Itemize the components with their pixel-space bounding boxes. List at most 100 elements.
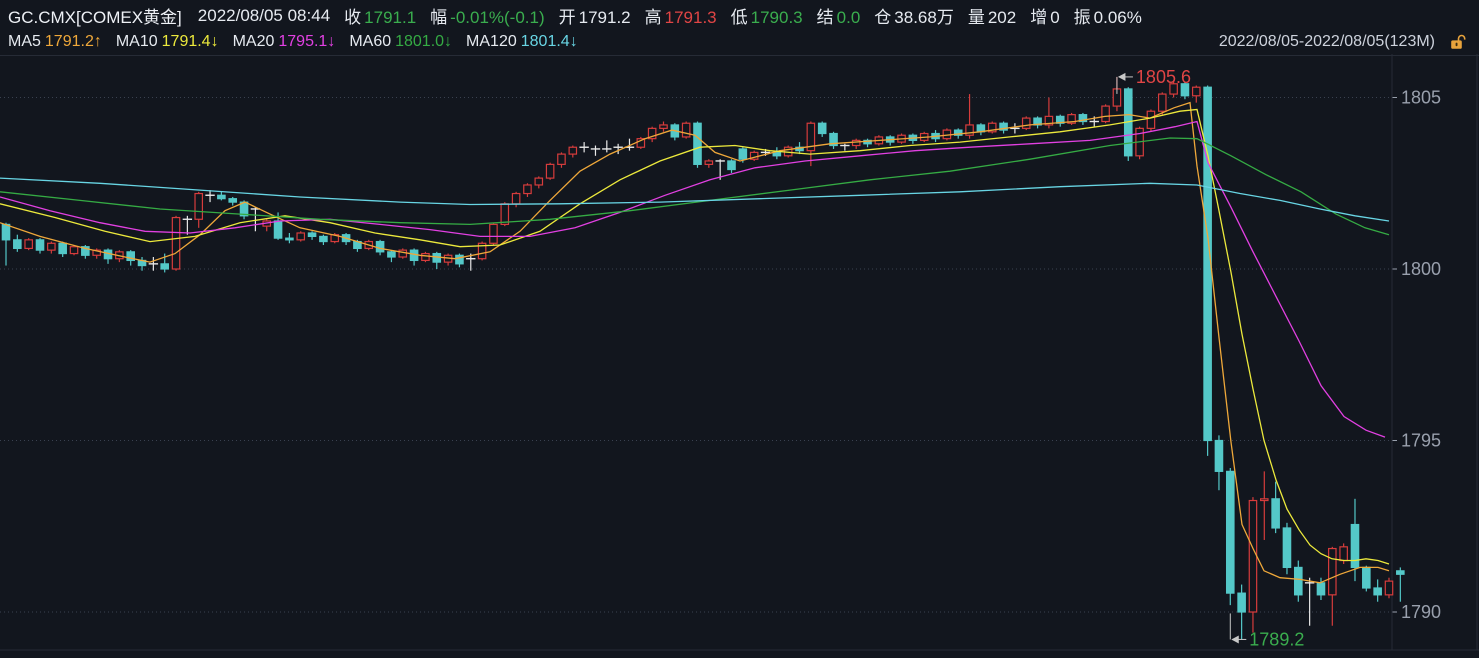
candle-body	[512, 194, 519, 204]
candle	[1305, 578, 1314, 626]
candle	[1034, 116, 1041, 128]
candle	[1147, 110, 1154, 132]
quote-field-label: 高	[645, 3, 662, 28]
candle-body	[739, 149, 746, 159]
candle-body	[59, 243, 66, 253]
candle	[1295, 561, 1302, 602]
quote-header: GC.CMX[COMEX黄金] 2022/08/05 08:44 收1791.1…	[0, 0, 1479, 29]
candle-body	[320, 236, 327, 241]
ma-value: 1801.4↓	[521, 33, 578, 51]
ma-line-ma20	[0, 122, 1385, 438]
candle-body	[1363, 567, 1370, 588]
candle-body	[161, 264, 168, 269]
candle	[297, 231, 304, 241]
candle	[660, 122, 667, 132]
candle	[59, 242, 66, 257]
candle	[444, 254, 451, 266]
candle-body	[1283, 528, 1290, 567]
candle-body	[535, 178, 542, 185]
candle	[750, 151, 757, 161]
quote-field-value: 0	[1050, 8, 1059, 28]
candle-body	[456, 255, 463, 264]
quote-field: 增0	[1030, 3, 1059, 28]
candle-body	[1317, 583, 1324, 595]
candle-body	[1227, 471, 1234, 593]
candle	[399, 248, 406, 258]
quote-field-label: 仓	[874, 3, 891, 28]
candle	[1215, 435, 1222, 490]
candle	[535, 176, 542, 188]
candle-body	[70, 247, 77, 254]
candle-body	[853, 140, 860, 145]
candle-body	[172, 218, 179, 269]
candle-body	[773, 152, 780, 155]
candle	[172, 216, 179, 271]
candle	[773, 147, 780, 159]
quote-field-value: 1791.3	[665, 8, 717, 28]
candle	[569, 146, 576, 158]
candle-body	[705, 161, 712, 164]
candle-body	[1340, 547, 1347, 561]
candle-body	[1329, 549, 1336, 595]
axis-tick-label: 1800	[1401, 259, 1441, 279]
candle	[320, 235, 327, 245]
candle-body	[388, 252, 395, 257]
candle-body	[660, 125, 667, 128]
quote-field-value: 202	[988, 8, 1016, 28]
ma-label: MA5	[8, 33, 41, 51]
candle	[682, 122, 689, 139]
candle	[25, 238, 32, 250]
quote-field: 振0.06%	[1074, 3, 1142, 28]
candle-body	[1385, 581, 1392, 595]
candle-body	[218, 195, 225, 198]
ma-legend-item: MA201795.1↓	[233, 33, 336, 51]
candle-body	[1374, 588, 1381, 595]
candle	[422, 252, 429, 262]
arrow-left-icon	[1231, 635, 1239, 643]
candle-body	[569, 147, 576, 154]
candle	[705, 159, 712, 168]
candle-body	[490, 224, 497, 243]
quote-field-label: 幅	[430, 3, 447, 28]
candle	[1023, 116, 1030, 130]
quote-field: 收1791.1	[344, 3, 416, 28]
candle	[433, 252, 440, 269]
ma-label: MA120	[466, 33, 517, 51]
candle	[558, 152, 565, 167]
quote-field-value: 1790.3	[751, 8, 803, 28]
candle	[602, 140, 611, 152]
candle-body	[195, 194, 202, 220]
candle	[807, 122, 814, 167]
candle	[1125, 87, 1132, 161]
candle	[104, 248, 111, 263]
quote-field-value: -0.01%(-0.1)	[450, 8, 544, 28]
ma-value: 1791.2↑	[45, 33, 102, 51]
candle-body	[682, 123, 689, 137]
candle-body	[1272, 499, 1279, 528]
ma-line-ma5	[0, 103, 1389, 583]
candle	[1136, 127, 1143, 160]
candle-body	[2, 224, 9, 239]
quote-field-label: 量	[968, 3, 985, 28]
candlestick-chart[interactable]: 18051800179517901805.61789.2	[0, 54, 1479, 658]
quote-field: 低1790.3	[731, 3, 803, 28]
candle-body	[501, 204, 508, 225]
quote-field: 仓38.68万	[874, 3, 954, 28]
candle	[82, 245, 89, 259]
candle	[1102, 104, 1109, 123]
quote-field-value: 1791.1	[364, 8, 416, 28]
quote-field-label: 开	[559, 3, 576, 28]
candle-body	[1238, 593, 1245, 612]
quote-field-value: 38.68万	[894, 3, 954, 28]
ma-label: MA20	[233, 33, 275, 51]
quote-field: 幅-0.01%(-0.1)	[430, 3, 544, 28]
quote-fields: 收1791.1幅-0.01%(-0.1)开1791.2高1791.3低1790.…	[344, 3, 1156, 28]
candle	[648, 127, 655, 142]
candle-body	[694, 123, 701, 164]
open-padlock-icon[interactable]	[1449, 33, 1467, 51]
candle-body	[433, 254, 440, 263]
candle	[1397, 567, 1404, 601]
candle-body	[274, 221, 281, 238]
candle	[308, 231, 315, 240]
candle	[1283, 523, 1290, 574]
